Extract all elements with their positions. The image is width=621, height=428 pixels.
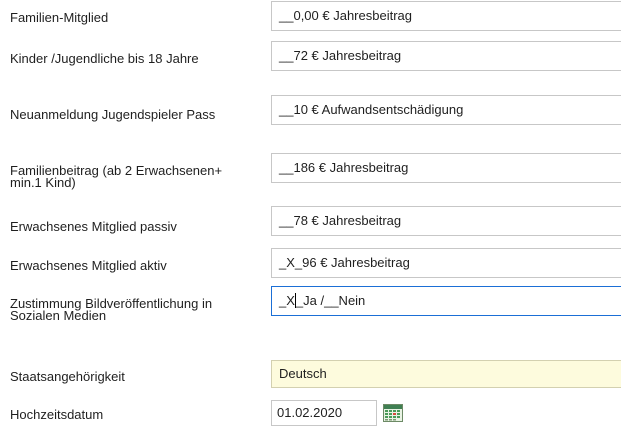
field-text-after-caret: _Ja /__Nein [295, 293, 366, 308]
membership-form: Familien-Mitglied __0,00 € Jahresbeitrag… [0, 0, 621, 428]
label-zustimmung-bildveroeffentlichung: Zustimmung Bildveröffentlichung in Sozia… [10, 296, 213, 323]
field-familien-mitglied[interactable]: __0,00 € Jahresbeitrag [271, 1, 621, 31]
field-text-before-caret: _X [279, 293, 295, 308]
label-staatsangehoerigkeit: Staatsangehörigkeit [10, 369, 125, 384]
field-hochzeitsdatum[interactable]: 01.02.2020 [271, 400, 377, 426]
label-kinder-jugendliche: Kinder /Jugendliche bis 18 Jahre [10, 51, 199, 66]
label-erwachsenes-aktiv: Erwachsenes Mitglied aktiv [10, 258, 167, 273]
field-erwachsenes-passiv[interactable]: __78 € Jahresbeitrag [271, 206, 621, 236]
field-neuanmeldung-jugendspieler[interactable]: __10 € Aufwandsentschädigung [271, 95, 621, 125]
label-erwachsenes-passiv: Erwachsenes Mitglied passiv [10, 219, 177, 234]
label-neuanmeldung-jugendspieler: Neuanmeldung Jugendspieler Pass [10, 107, 216, 122]
label-familienbeitrag: Familienbeitrag (ab 2 Erwachsenen+ min.1… [10, 163, 223, 190]
field-familienbeitrag[interactable]: __186 € Jahresbeitrag [271, 153, 621, 183]
label-hochzeitsdatum: Hochzeitsdatum [10, 407, 104, 422]
label-familien-mitglied: Familien-Mitglied [10, 10, 109, 25]
field-zustimmung-bildveroeffentlichung[interactable]: _X_Ja /__Nein [271, 286, 621, 316]
calendar-icon[interactable] [383, 404, 403, 422]
field-erwachsenes-aktiv[interactable]: _X_96 € Jahresbeitrag [271, 248, 621, 278]
field-kinder-jugendliche[interactable]: __72 € Jahresbeitrag [271, 41, 621, 71]
field-staatsangehoerigkeit[interactable]: Deutsch [271, 360, 621, 388]
